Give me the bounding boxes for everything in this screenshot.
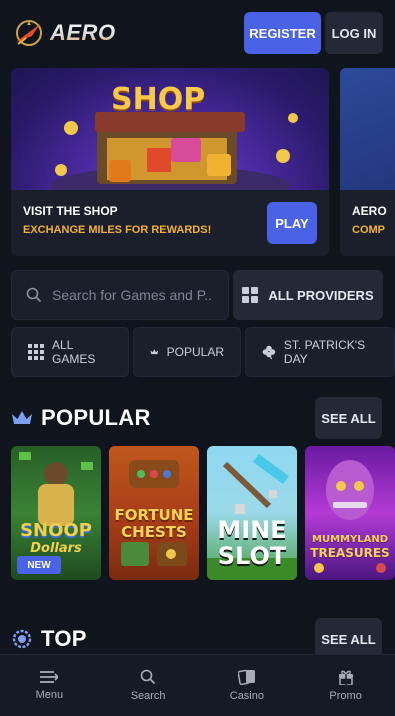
search-icon [26,287,42,303]
nav-label: Promo [329,690,362,702]
nav-label: Search [130,690,166,702]
promo-info: VISIT THE SHOP EXCHANGE MILES FOR REWARD… [11,190,329,256]
nav-item-search[interactable]: Search [99,655,198,716]
game-subtitle: SLOT [217,542,287,570]
chip-all-games[interactable]: ALL GAMES [11,327,129,377]
game-tile[interactable]: FORTUNE CHESTS [109,446,199,580]
popular-games-list: SNOOP Dollars NEW FORTUNE CHESTS MINE SL… [11,446,395,580]
category-chips: ALL GAMES POPULAR ST. PATRICK'S DAY [11,327,395,377]
promo-subtitle: COMP [352,224,385,236]
search-box[interactable] [11,270,229,320]
search-input[interactable] [52,287,212,303]
chip-popular[interactable]: POPULAR [133,327,241,377]
logo-text: AERO [50,20,116,45]
nav-item-casino[interactable]: Casino [198,655,297,716]
nav-label: Menu [35,689,64,701]
promo-card-shop[interactable]: SHOP VISIT THE SHOP EXCHANGE MILES FOR R… [11,68,329,256]
popular-section-header: POPULAR SEE ALL [11,397,382,439]
game-title: FORTUNE [114,506,194,524]
promo-title: AERO [352,204,387,218]
register-button[interactable]: REGISTER [244,12,321,54]
game-subtitle: Dollars [30,541,82,556]
header-actions: REGISTER LOG IN [244,12,383,54]
header: AERO REGISTER LOG IN [0,0,395,66]
chip-label: POPULAR [166,345,224,359]
promo-banner-image: SHOP [11,68,329,190]
game-title: SNOOP [20,520,92,541]
section-title: POPULAR [41,405,151,430]
nav-item-menu[interactable]: Menu [0,655,99,716]
play-button[interactable]: PLAY [267,202,317,244]
nav-label: Casino [229,690,264,702]
gift-icon [338,670,353,685]
all-providers-button[interactable]: ALL PROVIDERS [233,270,383,320]
promo-banner-image [340,68,395,190]
promo-info: AERO COMP [340,190,395,256]
game-subtitle: TREASURES [310,546,390,560]
crown-icon [150,349,159,355]
game-subtitle: CHESTS [121,523,187,541]
section-title: TOP [41,626,87,651]
game-title: MINE [217,516,287,544]
search-row: ALL PROVIDERS [11,270,383,320]
search-icon [140,669,156,685]
cards-icon [237,669,255,685]
grid-icon [242,287,259,303]
login-button[interactable]: LOG IN [325,12,383,54]
all-providers-label: ALL PROVIDERS [268,287,374,303]
chip-st-patricks-day[interactable]: ST. PATRICK'S DAY [245,327,395,377]
clover-icon [262,345,276,360]
grid-dots-icon [28,344,44,360]
logo[interactable]: AERO [12,16,116,50]
logo-mark-icon [16,20,42,46]
nav-item-promo[interactable]: Promo [296,655,395,716]
game-tile[interactable]: MINE SLOT [207,446,297,580]
promo-carousel[interactable]: SHOP VISIT THE SHOP EXCHANGE MILES FOR R… [0,66,395,256]
game-tile[interactable]: MUMMYLAND TREASURES [305,446,395,580]
promo-art-title: SHOP [111,82,206,117]
new-badge: NEW [17,556,61,574]
game-tile[interactable]: SNOOP Dollars NEW [11,446,101,580]
game-title: MUMMYLAND [312,534,388,545]
chip-label: ALL GAMES [51,338,96,366]
bottom-nav: Menu Search Casino Promo [0,654,395,716]
badge-icon [12,629,32,649]
crown-icon [12,411,32,424]
menu-icon [40,671,59,683]
chip-label: ST. PATRICK'S DAY [283,338,366,366]
promo-card-next[interactable]: AERO COMP [340,68,395,256]
see-all-button[interactable]: SEE ALL [315,397,382,439]
